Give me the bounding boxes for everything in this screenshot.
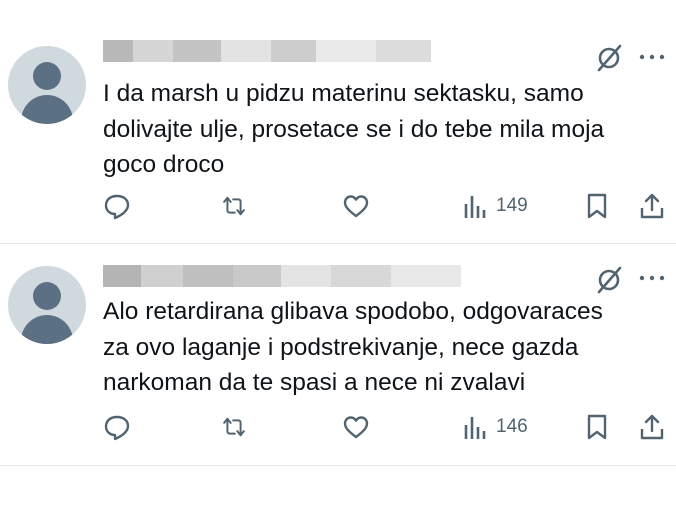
views-button[interactable]: 149	[462, 190, 528, 222]
like-button[interactable]	[342, 411, 370, 443]
share-icon	[640, 414, 664, 440]
avatar-head	[33, 282, 61, 310]
reply-button[interactable]	[103, 190, 131, 222]
like-icon	[343, 416, 369, 439]
reply-icon	[104, 415, 130, 441]
tweet-actions: 149	[0, 190, 676, 222]
retweet-icon	[223, 417, 245, 437]
redacted-author-name	[103, 265, 463, 287]
avatar-body	[21, 315, 73, 344]
bookmark-button[interactable]	[583, 190, 611, 222]
bookmark-button[interactable]	[583, 411, 611, 443]
reply-button[interactable]	[103, 411, 131, 443]
more-icon[interactable]	[638, 52, 666, 62]
share-button[interactable]	[638, 190, 666, 222]
avatar-head	[33, 62, 61, 90]
views-count: 149	[496, 195, 528, 216]
tweet-actions: 146	[0, 411, 676, 443]
views-icon	[464, 196, 486, 218]
retweet-icon	[223, 196, 245, 216]
bookmark-icon	[587, 414, 607, 440]
grok-icon[interactable]	[594, 265, 624, 295]
share-button[interactable]	[638, 411, 666, 443]
views-icon	[464, 417, 486, 439]
tweet-1[interactable]: I da marsh u pidzu materinu sektasku, sa…	[0, 0, 676, 244]
bookmark-icon	[587, 193, 607, 219]
grok-icon[interactable]	[594, 43, 624, 73]
like-button[interactable]	[342, 190, 370, 222]
avatar[interactable]	[8, 266, 86, 344]
like-icon	[343, 195, 369, 218]
reply-icon	[104, 194, 130, 220]
more-icon[interactable]	[638, 273, 666, 283]
retweet-button[interactable]	[220, 190, 248, 222]
redacted-author-name	[103, 40, 463, 62]
tweet-2[interactable]: Alo retardirana glibava spodobo, odgovar…	[0, 244, 676, 466]
views-button[interactable]: 146	[462, 411, 528, 443]
avatar-body	[21, 95, 73, 124]
share-icon	[640, 193, 664, 219]
views-count: 146	[496, 416, 528, 437]
tweet-text: Alo retardirana glibava spodobo, odgovar…	[103, 298, 603, 396]
tweet-text: I da marsh u pidzu materinu sektasku, sa…	[103, 80, 605, 178]
retweet-button[interactable]	[220, 411, 248, 443]
avatar[interactable]	[8, 46, 86, 124]
